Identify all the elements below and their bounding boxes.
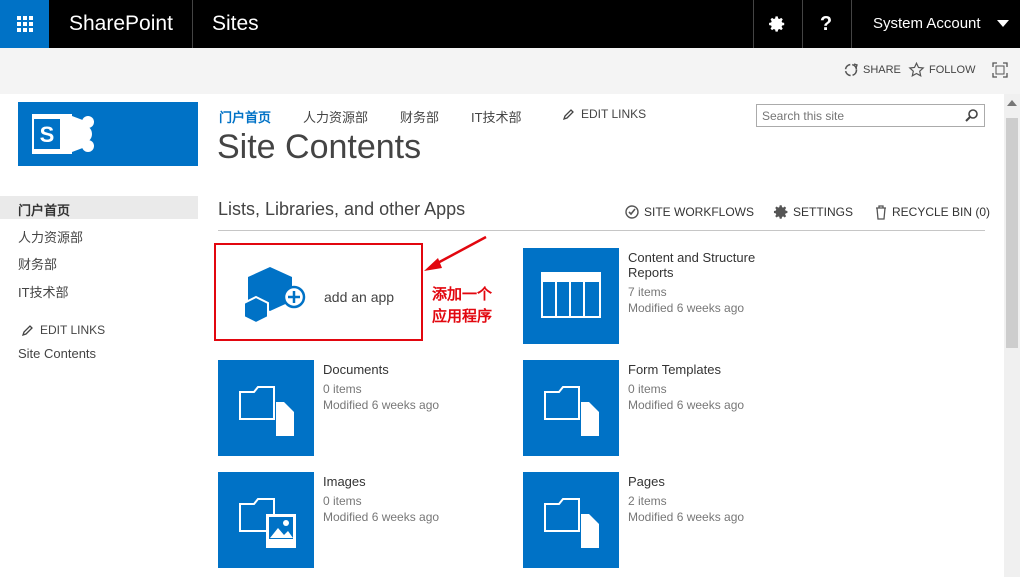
pencil-icon bbox=[562, 108, 574, 120]
recycle-bin-label: RECYCLE BIN (0) bbox=[892, 205, 991, 219]
folder-document-icon bbox=[544, 386, 599, 436]
app-name-sites[interactable]: Sites bbox=[212, 0, 259, 48]
app-tile-content-and-structure-reports[interactable] bbox=[523, 248, 619, 344]
search-box bbox=[756, 104, 985, 127]
site-workflows-button[interactable]: SITE WORKFLOWS bbox=[624, 204, 754, 220]
app-modified: Modified 6 weeks ago bbox=[323, 510, 440, 524]
search-icon[interactable] bbox=[964, 108, 979, 123]
search-input[interactable] bbox=[757, 105, 957, 126]
settings-label: SETTINGS bbox=[793, 205, 854, 219]
gear-icon bbox=[773, 205, 788, 219]
help-icon[interactable]: ? bbox=[802, 0, 850, 48]
app-tile-pages[interactable] bbox=[523, 472, 619, 568]
app-tile-images[interactable] bbox=[218, 472, 314, 568]
app-item-count: 0 items bbox=[323, 382, 362, 396]
annotation-line-1: 添加一个 bbox=[432, 286, 493, 303]
pencil-icon bbox=[21, 324, 33, 336]
leftnav-edit-links[interactable]: EDIT LINKS bbox=[21, 323, 105, 337]
sharepoint-logo-icon: S bbox=[32, 114, 94, 154]
folder-image-icon bbox=[239, 498, 296, 548]
scrollbar-thumb[interactable] bbox=[1006, 118, 1018, 348]
focus-on-content-button[interactable] bbox=[992, 62, 1008, 78]
leftnav-item-hr[interactable]: 人力资源部 bbox=[18, 227, 83, 246]
product-name[interactable]: SharePoint bbox=[69, 0, 173, 48]
topnav-item-home[interactable]: 门户首页 bbox=[219, 107, 271, 126]
folder-document-icon bbox=[239, 386, 294, 436]
app-title[interactable]: Pages bbox=[628, 474, 778, 489]
app-item-count: 2 items bbox=[628, 494, 667, 508]
folder-document-icon bbox=[544, 498, 599, 548]
gear-icon[interactable] bbox=[753, 0, 801, 48]
site-logo[interactable]: S bbox=[18, 102, 198, 166]
app-title[interactable]: Images bbox=[323, 474, 473, 489]
add-an-app-label[interactable]: add an app bbox=[324, 289, 394, 305]
app-title[interactable]: Documents bbox=[323, 362, 473, 377]
app-item-count: 0 items bbox=[628, 382, 667, 396]
app-title[interactable]: Content and Structure Reports bbox=[628, 250, 778, 280]
app-modified: Modified 6 weeks ago bbox=[628, 510, 745, 524]
site-workflows-label: SITE WORKFLOWS bbox=[644, 205, 755, 219]
app-modified: Modified 6 weeks ago bbox=[628, 301, 745, 315]
suite-divider bbox=[192, 0, 193, 48]
follow-button[interactable]: FOLLOW bbox=[908, 62, 975, 78]
list-icon bbox=[541, 272, 601, 318]
annotation-text: 添加一个 应用程序 bbox=[432, 284, 492, 328]
svg-text:S: S bbox=[40, 122, 55, 147]
share-icon bbox=[844, 63, 858, 77]
chevron-down-icon[interactable] bbox=[997, 20, 1009, 27]
share-label: SHARE bbox=[863, 64, 901, 76]
section-divider bbox=[218, 230, 985, 231]
recycle-bin-button[interactable]: RECYCLE BIN (0) bbox=[874, 204, 990, 220]
leftnav-item-home[interactable]: 门户首页 bbox=[18, 200, 70, 219]
app-modified: Modified 6 weeks ago bbox=[323, 398, 440, 412]
app-tile-form-templates[interactable] bbox=[523, 360, 619, 456]
edit-links-label: EDIT LINKS bbox=[40, 323, 106, 337]
topnav-item-hr[interactable]: 人力资源部 bbox=[303, 107, 368, 126]
section-title: Lists, Libraries, and other Apps bbox=[218, 199, 466, 219]
add-app-hexagon-icon bbox=[243, 267, 306, 325]
scroll-up-arrow-icon[interactable] bbox=[1007, 100, 1017, 106]
star-icon bbox=[908, 62, 925, 77]
app-item-count: 0 items bbox=[323, 494, 362, 508]
settings-button[interactable]: SETTINGS bbox=[773, 204, 853, 220]
app-modified: Modified 6 weeks ago bbox=[628, 398, 745, 412]
trash-icon bbox=[876, 205, 886, 220]
fullscreen-icon bbox=[992, 62, 1008, 78]
leftnav-item-site-contents[interactable]: Site Contents bbox=[18, 346, 96, 361]
topnav-edit-links[interactable]: EDIT LINKS bbox=[562, 107, 646, 121]
leftnav-item-it[interactable]: IT技术部 bbox=[18, 282, 69, 301]
annotation-arrow-icon bbox=[424, 235, 487, 271]
annotation-line-2: 应用程序 bbox=[432, 308, 493, 325]
app-item-count: 7 items bbox=[628, 285, 667, 299]
edit-links-label: EDIT LINKS bbox=[581, 107, 647, 121]
page-title: Site Contents bbox=[217, 128, 422, 166]
leftnav-item-finance[interactable]: 财务部 bbox=[18, 254, 57, 273]
app-launcher-icon[interactable] bbox=[0, 0, 49, 48]
follow-label: FOLLOW bbox=[929, 64, 976, 76]
topnav-item-it[interactable]: IT技术部 bbox=[471, 107, 522, 126]
app-title[interactable]: Form Templates bbox=[628, 362, 778, 377]
share-button[interactable]: SHARE bbox=[843, 62, 901, 78]
topnav-item-finance[interactable]: 财务部 bbox=[400, 107, 439, 126]
app-tile-documents[interactable] bbox=[218, 360, 314, 456]
user-menu[interactable]: System Account bbox=[873, 0, 981, 48]
suite-divider bbox=[851, 0, 852, 48]
workflow-check-icon bbox=[625, 205, 639, 219]
